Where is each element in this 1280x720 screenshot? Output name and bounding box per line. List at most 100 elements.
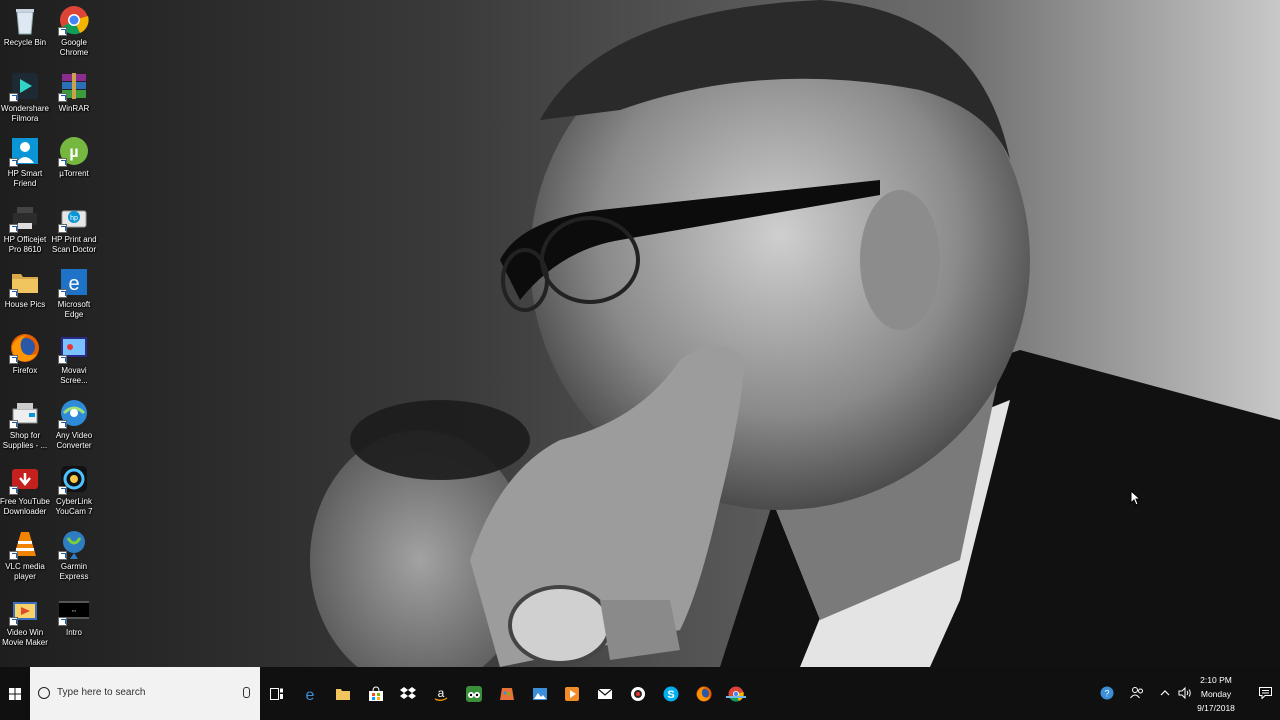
folder-icon: [335, 686, 351, 702]
shortcut-arrow-icon: [9, 485, 18, 495]
svg-text:S: S: [667, 689, 674, 701]
youcam-icon: [58, 463, 90, 495]
desktop-icon[interactable]: ▪▪▪ Intro: [49, 594, 99, 656]
taskbar-app-webcam[interactable]: [623, 667, 653, 720]
desktop-icon[interactable]: House Pics: [0, 266, 50, 328]
desktop-wallpaper: [0, 0, 1280, 667]
shortcut-arrow-icon: [58, 27, 67, 36]
desktop-icon[interactable]: Shop for Supplies - ...: [0, 397, 50, 459]
hp-smart-friend-icon: [9, 135, 41, 167]
taskbar-app-chrome[interactable]: [721, 667, 751, 720]
desktop-icon[interactable]: Wondershare Filmora: [0, 70, 50, 132]
shortcut-arrow-icon: [58, 485, 67, 495]
desktop-icon-label: WinRAR: [58, 103, 90, 113]
desktop-icon[interactable]: Free YouTube Downloader: [0, 463, 50, 525]
store-icon: [368, 685, 384, 702]
desktop-icon-label: VLC media player: [5, 562, 45, 581]
taskbar: Type here to search e a S ? 2:10 PM Monday…: [0, 667, 1280, 720]
taskbar-app-store[interactable]: [361, 667, 391, 720]
clock[interactable]: 2:10 PM Monday 9/17/2018: [1188, 673, 1244, 715]
taskbar-app-tripadvisor[interactable]: [459, 667, 489, 720]
paint-icon: [499, 686, 515, 702]
skype-icon: S: [663, 686, 679, 702]
svg-text:?: ?: [1104, 689, 1109, 699]
desktop-icon-label: House Pics: [4, 300, 46, 309]
taskbar-app-file-explorer[interactable]: [328, 667, 358, 720]
desktop-icon[interactable]: HP Smart Friend: [0, 135, 50, 197]
edge-icon: e: [302, 686, 318, 704]
svg-text:e: e: [68, 273, 79, 295]
svg-text:µ: µ: [69, 144, 78, 161]
youtube-downloader-icon: [9, 463, 41, 495]
taskbar-app-photos[interactable]: [525, 667, 555, 720]
desktop-icon[interactable]: Any Video Converter: [49, 397, 99, 459]
tripadvisor-icon: [466, 685, 482, 702]
mouse-cursor-icon: [1130, 490, 1140, 506]
action-center-icon[interactable]: [1258, 686, 1272, 700]
shortcut-arrow-icon: [9, 354, 18, 364]
start-button[interactable]: [0, 667, 30, 720]
taskbar-app-paint[interactable]: [492, 667, 522, 720]
task-view-button[interactable]: [262, 667, 292, 720]
desktop-icon[interactable]: Garmin Express: [49, 528, 99, 590]
desktop-icon-area: Recycle Bin Google Chrome Wondershare Film…: [0, 0, 100, 667]
garmin-icon: [58, 528, 90, 560]
desktop-icon-label: CyberLink YouCam 7: [55, 496, 93, 516]
edge-icon: e: [58, 266, 90, 298]
vlc-icon: [9, 528, 41, 560]
desktop-icon[interactable]: CyberLink YouCam 7: [49, 463, 99, 525]
movavi-icon: [58, 332, 90, 364]
desktop-icon[interactable]: Google Chrome: [49, 4, 99, 66]
shortcut-arrow-icon: [58, 289, 67, 298]
desktop-icon[interactable]: Firefox: [0, 332, 50, 394]
show-hidden-icons-chevron-icon[interactable]: [1158, 686, 1172, 700]
winrar-icon: [58, 70, 90, 102]
desktop-icon-label: Video Win Movie Maker: [2, 627, 48, 647]
help-icon[interactable]: ?: [1100, 686, 1114, 700]
desktop-icon[interactable]: µ µTorrent: [49, 135, 99, 197]
photos-icon: [532, 686, 548, 702]
desktop-icon[interactable]: Video Win Movie Maker: [0, 594, 50, 656]
search-box[interactable]: Type here to search: [30, 667, 260, 720]
shortcut-arrow-icon: [9, 223, 18, 233]
taskbar-app-dropbox[interactable]: [393, 667, 423, 720]
desktop-icon[interactable]: Recycle Bin: [0, 4, 50, 66]
shop-supplies-icon: [9, 397, 41, 429]
desktop-icon-label: Free YouTube Downloader: [0, 496, 50, 516]
webcam-icon: [630, 686, 646, 702]
desktop-icon-label: Intro: [65, 627, 82, 637]
shortcut-arrow-icon: [58, 551, 67, 560]
desktop-icon-label: µTorrent: [59, 169, 89, 178]
chrome-icon: [728, 686, 745, 702]
taskbar-app-mail[interactable]: [590, 667, 620, 720]
folder-icon: [9, 266, 41, 298]
microphone-icon[interactable]: [243, 687, 250, 698]
desktop-icon[interactable]: e Microsoft Edge: [49, 266, 99, 328]
taskbar-app-amazon[interactable]: a: [426, 667, 456, 720]
desktop-icon[interactable]: VLC media player: [0, 528, 50, 590]
desktop-icon[interactable]: WinRAR: [49, 70, 99, 132]
taskbar-app-skype[interactable]: S: [656, 667, 686, 720]
taskbar-app-firefox[interactable]: [689, 667, 719, 720]
desktop-icon-label: Wondershare Filmora: [1, 103, 49, 123]
filmora-icon: [9, 70, 41, 102]
hp-print-scan-icon: hp: [58, 201, 90, 233]
shortcut-arrow-icon: [58, 223, 67, 233]
task-view-icon: [270, 687, 283, 700]
desktop-icon[interactable]: HP Officejet Pro 8610: [0, 201, 50, 263]
shortcut-arrow-icon: [58, 354, 67, 364]
people-icon[interactable]: [1130, 686, 1144, 700]
video-file-icon: ▪▪▪: [58, 594, 90, 626]
taskbar-app-edge[interactable]: e: [295, 667, 325, 720]
shortcut-arrow-icon: [9, 551, 18, 560]
desktop-icon[interactable]: hp HP Print and Scan Doctor: [49, 201, 99, 263]
shortcut-arrow-icon: [9, 92, 18, 102]
desktop-icon-label: Google Chrome: [59, 38, 89, 57]
shortcut-arrow-icon: [58, 92, 67, 102]
printer-icon: [9, 201, 41, 233]
desktop-icon-label: Firefox: [12, 365, 38, 375]
shortcut-arrow-icon: [9, 289, 18, 298]
shortcut-arrow-icon: [9, 420, 18, 429]
taskbar-app-media-player[interactable]: [557, 667, 587, 720]
desktop-icon[interactable]: Movavi Scree...: [49, 332, 99, 394]
